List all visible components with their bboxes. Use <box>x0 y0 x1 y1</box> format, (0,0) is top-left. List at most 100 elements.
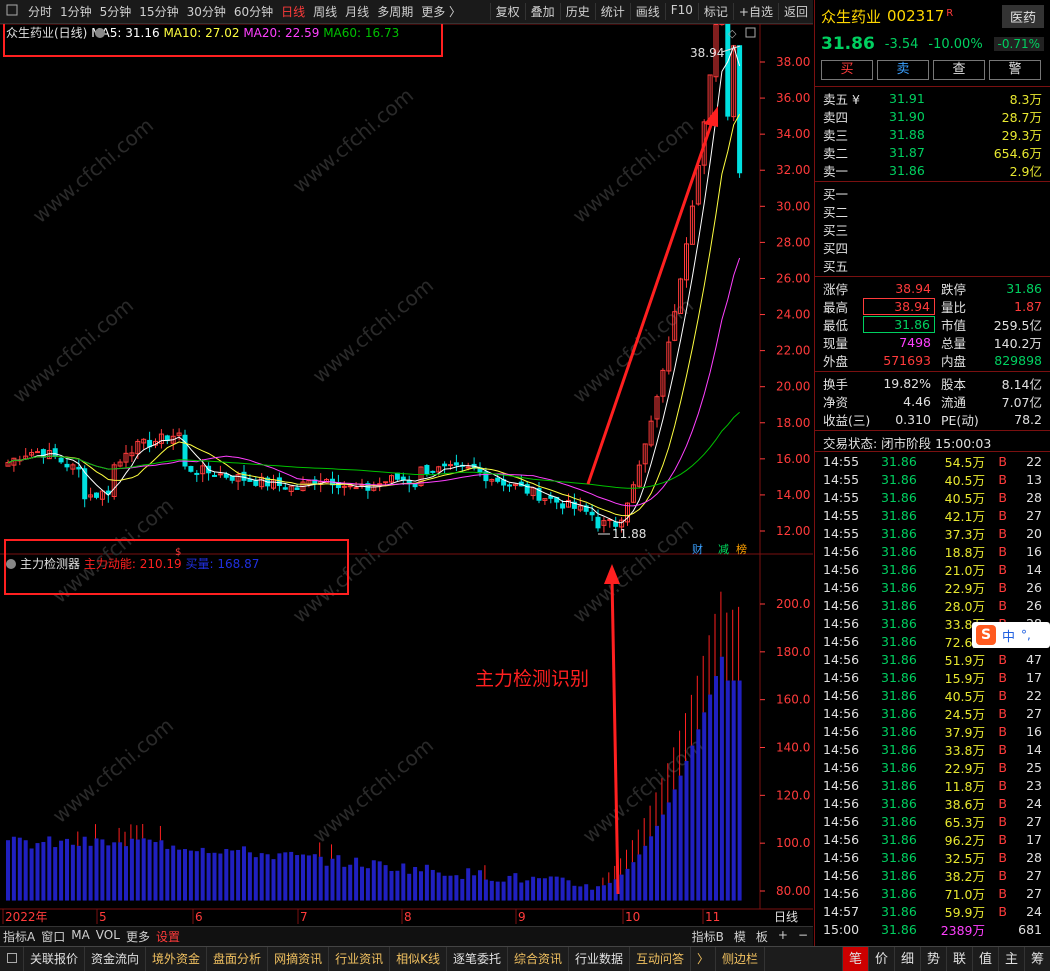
tab-2[interactable]: MA <box>68 928 93 945</box>
period-9[interactable]: 多周期 <box>373 3 417 20</box>
function-item-7[interactable]: 逐笔委托 <box>447 946 508 971</box>
trade-button-0[interactable]: 买 <box>821 60 873 80</box>
bid-label: 买三 <box>823 222 849 238</box>
tab-3[interactable]: VOL <box>93 928 123 945</box>
function-item-1[interactable]: 资金流向 <box>85 946 147 971</box>
period-1[interactable]: 1分钟 <box>56 3 96 20</box>
tab-right-3[interactable]: + <box>773 928 793 945</box>
menu-icon[interactable] <box>0 4 24 19</box>
high-price-label: 38.94 <box>690 46 724 60</box>
side-tab-2[interactable]: 细 <box>894 946 920 971</box>
period-4[interactable]: 30分钟 <box>183 3 230 20</box>
side-tab-6[interactable]: 主 <box>998 946 1024 971</box>
tab-right-4[interactable]: − <box>793 928 813 945</box>
stat-label: 涨停 <box>823 281 849 297</box>
tick-volume: 51.9万 <box>944 652 985 668</box>
indicator-bar <box>448 875 453 901</box>
function-item-2[interactable]: 境外资金 <box>146 946 208 971</box>
action-5[interactable]: F10 <box>664 3 698 20</box>
tick-time: 14:56 <box>823 597 860 613</box>
action-8[interactable]: 返回 <box>777 3 813 20</box>
function-item-4[interactable]: 网摘资讯 <box>268 946 330 971</box>
ime-punct-icon[interactable]: °, <box>1021 628 1031 642</box>
function-item-3[interactable]: 盘面分析 <box>207 946 269 971</box>
tab-right-1[interactable]: 模 <box>729 928 751 945</box>
indicator-bar <box>619 874 624 901</box>
side-tab-0[interactable]: 笔 <box>842 946 868 971</box>
indicator-bar <box>47 836 52 901</box>
x-tick-label: 8 <box>404 910 412 924</box>
indicator-bar <box>35 843 40 901</box>
tab-right-0[interactable]: 指标B <box>687 928 729 945</box>
function-item-10[interactable]: 互动问答 <box>630 946 692 971</box>
action-0[interactable]: 复权 <box>489 3 525 20</box>
indicator-bar <box>153 842 158 901</box>
stat-row: 现量 7498 总量 140.2万 <box>823 333 1042 351</box>
function-item-9[interactable]: 行业数据 <box>569 946 631 971</box>
stat-label: 现量 <box>823 335 849 351</box>
indicator-bar <box>690 745 695 901</box>
indicator-tabbar: 指标A 窗口 MA VOL 更多 设置 指标B 模板 + − <box>0 926 813 946</box>
action-4[interactable]: 画线 <box>629 3 665 20</box>
trade-button-2[interactable]: 查 <box>933 60 985 80</box>
candle-body <box>64 463 70 468</box>
stat-row: 涨停 38.94 跌停 31.86 <box>823 279 1042 297</box>
tab-1[interactable]: 窗口 <box>38 928 68 945</box>
ask-label: 卖三 <box>823 127 849 143</box>
tab-4[interactable]: 更多 <box>123 928 153 945</box>
action-2[interactable]: 历史 <box>559 3 595 20</box>
period-7[interactable]: 周线 <box>309 3 341 20</box>
trade-button-3[interactable]: 警 <box>989 60 1041 80</box>
indicator-bar <box>242 846 246 901</box>
indicator-bar <box>271 859 276 901</box>
tab-right-2[interactable]: 板 <box>751 928 773 945</box>
function-item-8[interactable]: 综合资讯 <box>508 946 569 971</box>
stat-label: 最高 <box>823 299 849 315</box>
trade-button-1[interactable]: 卖 <box>877 60 929 80</box>
tick-side: B <box>998 597 1007 613</box>
ime-toolbar[interactable]: S 中 °, <box>972 622 1050 648</box>
kline-chart[interactable]: www.cfchi.com www.cfchi.com www.cfchi.com w… <box>0 24 813 926</box>
tick-count: 13 <box>1026 471 1042 487</box>
side-tab-1[interactable]: 价 <box>868 946 894 971</box>
period-2[interactable]: 5分钟 <box>96 3 136 20</box>
tick-volume: 32.5万 <box>944 850 985 866</box>
function-item-12[interactable]: 侧边栏 <box>716 946 766 971</box>
action-6[interactable]: 标记 <box>697 3 733 20</box>
tab-0[interactable]: 指标A <box>0 928 38 945</box>
period-8[interactable]: 月线 <box>341 3 373 20</box>
period-6[interactable]: 日线 <box>277 3 309 20</box>
function-item-6[interactable]: 相似K线 <box>390 946 447 971</box>
tick-side: B <box>998 759 1007 775</box>
action-7[interactable]: +自选 <box>732 3 778 20</box>
period-0[interactable]: 分时 <box>24 3 56 20</box>
side-tab-4[interactable]: 联 <box>946 946 972 971</box>
sector-button[interactable]: 医药 <box>1001 4 1044 28</box>
x-tick-label: 2022年 <box>5 910 48 924</box>
period-10[interactable]: 更多 〉 <box>417 3 465 20</box>
function-item-11[interactable]: 〉 <box>691 946 717 971</box>
stat-row: 换手 19.82% 股本 8.14亿 <box>823 374 1042 392</box>
ime-mode[interactable]: 中 <box>1002 626 1015 645</box>
side-tab-5[interactable]: 值 <box>972 946 998 971</box>
indicator-bar <box>171 845 176 901</box>
indicator-bar <box>542 878 547 901</box>
tick-volume: 42.1万 <box>944 508 985 524</box>
tab-5[interactable]: 设置 <box>153 928 183 945</box>
indicator-bar <box>460 878 465 901</box>
tick-count: 16 <box>1026 543 1042 559</box>
function-item-0[interactable]: 关联报价 <box>24 946 86 971</box>
indicator-bar <box>495 881 500 901</box>
function-item-5[interactable]: 行业资讯 <box>329 946 391 971</box>
side-tab-3[interactable]: 势 <box>920 946 946 971</box>
action-1[interactable]: 叠加 <box>524 3 560 20</box>
side-tab-7[interactable]: 筹 <box>1024 946 1050 971</box>
period-5[interactable]: 60分钟 <box>230 3 277 20</box>
status-menu-icon[interactable] <box>0 946 24 971</box>
watermark-text: www.cfchi.com <box>288 513 418 628</box>
period-3[interactable]: 15分钟 <box>135 3 182 20</box>
action-3[interactable]: 统计 <box>594 3 630 20</box>
tick-price: 31.86 <box>881 759 917 775</box>
tick-time: 14:55 <box>823 507 860 523</box>
ask-price: 31.88 <box>889 126 925 142</box>
